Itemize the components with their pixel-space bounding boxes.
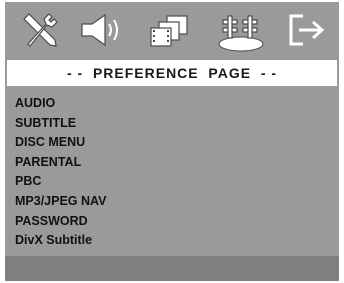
setup-toolbar [5, 2, 339, 58]
menu-item-disc-menu[interactable]: DISC MENU [15, 133, 106, 153]
page-title: - - PREFERENCE PAGE - - [66, 65, 278, 81]
video-setup-icon[interactable] [147, 10, 191, 50]
general-setup-icon[interactable] [19, 10, 61, 50]
page-title-bar: - - PREFERENCE PAGE - - [7, 60, 337, 86]
menu-item-parental[interactable]: PARENTAL [15, 153, 106, 173]
exit-icon[interactable] [285, 10, 329, 50]
menu-item-audio[interactable]: AUDIO [15, 94, 106, 114]
menu-item-pbc[interactable]: PBC [15, 172, 106, 192]
bottom-status-bar [5, 256, 339, 281]
menu-item-password[interactable]: PASSWORD [15, 212, 106, 232]
menu-item-mp3-jpeg-nav[interactable]: MP3/JPEG NAV [15, 192, 106, 212]
menu-item-divx-subtitle[interactable]: DivX Subtitle [15, 231, 106, 251]
menu-item-subtitle[interactable]: SUBTITLE [15, 114, 106, 134]
preference-setup-icon[interactable] [217, 10, 265, 52]
audio-setup-icon[interactable] [79, 10, 125, 50]
osd-frame: - - PREFERENCE PAGE - - AUDIO SUBTITLE D… [0, 0, 340, 283]
setup-menu-panel: - - PREFERENCE PAGE - - AUDIO SUBTITLE D… [5, 2, 339, 281]
preference-menu: AUDIO SUBTITLE DISC MENU PARENTAL PBC MP… [15, 94, 106, 251]
